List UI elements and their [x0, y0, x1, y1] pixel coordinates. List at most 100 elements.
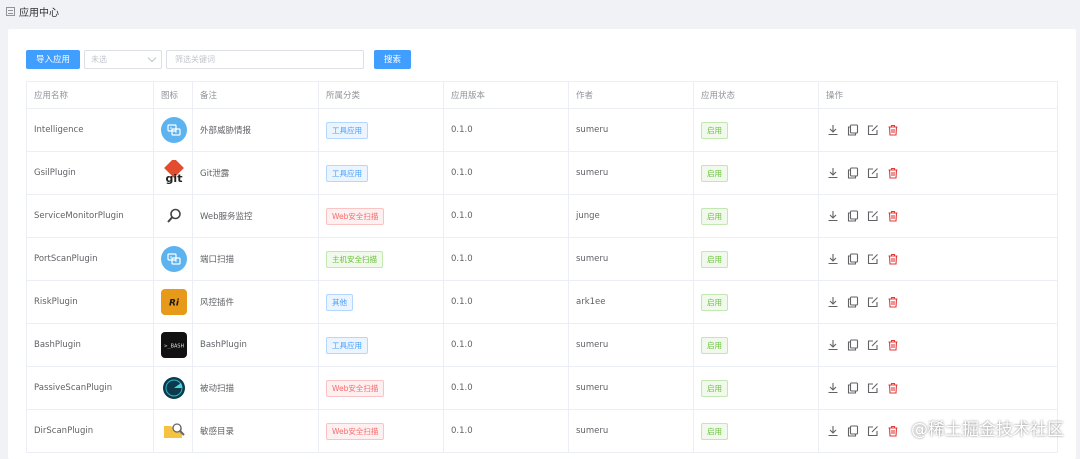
- copy-icon: [847, 210, 859, 222]
- status-badge: 启用: [701, 422, 728, 440]
- app-name: PortScanPlugin: [27, 238, 154, 280]
- category-tag: Web安全扫描: [326, 379, 385, 397]
- action-group: [826, 382, 899, 395]
- col-header: 应用名称: [27, 82, 154, 108]
- copy-button[interactable]: [846, 339, 859, 352]
- edit-button[interactable]: [866, 425, 879, 438]
- copy-icon: [847, 339, 859, 351]
- edit-icon: [867, 296, 879, 308]
- app-note: 被动扫描: [193, 367, 319, 409]
- delete-icon: [887, 167, 899, 179]
- edit-button[interactable]: [866, 124, 879, 137]
- category-tag: 其他: [326, 293, 353, 311]
- table-row: ServiceMonitorPlugin Web服务监控 Web安全扫描 0.1…: [27, 195, 1057, 238]
- app-name: Intelligence: [27, 109, 154, 151]
- edit-button[interactable]: [866, 296, 879, 309]
- delete-button[interactable]: [886, 124, 899, 137]
- download-icon: [827, 210, 839, 222]
- watermark: @稀土掘金技术社区: [911, 420, 1064, 440]
- app-version: 0.1.0: [444, 195, 569, 237]
- delete-button[interactable]: [886, 253, 899, 266]
- app-actions: [819, 281, 1057, 323]
- delete-icon: [887, 425, 899, 437]
- edit-button[interactable]: [866, 210, 879, 223]
- app-note: 风控插件: [193, 281, 319, 323]
- app-name: RiskPlugin: [27, 281, 154, 323]
- category-select[interactable]: 未选: [84, 49, 163, 69]
- status-badge: 启用: [701, 293, 728, 311]
- delete-button[interactable]: [886, 296, 899, 309]
- app-category-cell: 工具应用: [319, 109, 444, 151]
- copy-button[interactable]: [846, 425, 859, 438]
- app-note: Web服务监控: [193, 195, 319, 237]
- main-panel: 导入应用 未选 搜索 应用名称 图标 备注 所属分类 应用版本 作者 应用状态 …: [8, 29, 1076, 459]
- download-button[interactable]: [826, 253, 839, 266]
- category-tag: Web安全扫描: [326, 207, 385, 225]
- status-badge: 启用: [701, 336, 728, 354]
- status-badge: 启用: [701, 207, 728, 225]
- app-status-cell: 启用: [694, 152, 819, 194]
- app-status-cell: 启用: [694, 367, 819, 409]
- search-button[interactable]: 搜索: [374, 49, 412, 69]
- magnifier-icon: [161, 203, 187, 229]
- delete-button[interactable]: [886, 425, 899, 438]
- delete-button[interactable]: [886, 167, 899, 180]
- edit-button[interactable]: [866, 167, 879, 180]
- delete-button[interactable]: [886, 339, 899, 352]
- svg-text:git: git: [166, 172, 183, 185]
- app-version: 0.1.0: [444, 109, 569, 151]
- edit-icon: [867, 425, 879, 437]
- app-status-cell: 启用: [694, 410, 819, 452]
- edit-button[interactable]: [866, 382, 879, 395]
- delete-icon: [887, 382, 899, 394]
- download-button[interactable]: [826, 425, 839, 438]
- col-header: 所属分类: [319, 82, 444, 108]
- category-tag: 工具应用: [326, 121, 368, 139]
- download-button[interactable]: [826, 339, 839, 352]
- app-icon-cell: [154, 109, 193, 151]
- download-icon: [827, 339, 839, 351]
- delete-button[interactable]: [886, 382, 899, 395]
- col-header: 应用版本: [444, 82, 569, 108]
- action-group: [826, 425, 899, 438]
- category-tag: Web安全扫描: [326, 422, 385, 440]
- toolbar: 导入应用 未选 搜索: [26, 49, 412, 69]
- copy-icon: [847, 296, 859, 308]
- download-button[interactable]: [826, 296, 839, 309]
- table-row: PortScanPlugin 端口扫描 主机安全扫描 0.1.0 sumeru …: [27, 238, 1057, 281]
- delete-icon: [887, 124, 899, 136]
- download-button[interactable]: [826, 210, 839, 223]
- edit-button[interactable]: [866, 253, 879, 266]
- app-author: sumeru: [569, 238, 694, 280]
- download-button[interactable]: [826, 167, 839, 180]
- search-input[interactable]: [166, 49, 365, 69]
- copy-button[interactable]: [846, 296, 859, 309]
- app-status-cell: 启用: [694, 195, 819, 237]
- app-category-cell: 工具应用: [319, 152, 444, 194]
- app-category-cell: 工具应用: [319, 324, 444, 366]
- category-tag: 工具应用: [326, 164, 368, 182]
- chevron-down-icon: [147, 53, 157, 62]
- edit-button[interactable]: [866, 339, 879, 352]
- copy-button[interactable]: [846, 210, 859, 223]
- action-group: [826, 253, 899, 266]
- action-group: [826, 339, 899, 352]
- col-header: 应用状态: [694, 82, 819, 108]
- download-button[interactable]: [826, 124, 839, 137]
- action-group: [826, 124, 899, 137]
- copy-button[interactable]: [846, 167, 859, 180]
- table-body: Intelligence 外部威胁情报 工具应用 0.1.0 sumeru 启用…: [27, 109, 1057, 453]
- download-button[interactable]: [826, 382, 839, 395]
- copy-button[interactable]: [846, 253, 859, 266]
- status-badge: 启用: [701, 250, 728, 268]
- copy-button[interactable]: [846, 382, 859, 395]
- app-actions: [819, 238, 1057, 280]
- copy-icon: [847, 124, 859, 136]
- page-header: 应用中心: [0, 0, 1080, 22]
- import-app-button[interactable]: 导入应用: [26, 49, 81, 69]
- copy-button[interactable]: [846, 124, 859, 137]
- app-note: 外部威胁情报: [193, 109, 319, 151]
- delete-button[interactable]: [886, 210, 899, 223]
- app-actions: [819, 367, 1057, 409]
- app-name: PassiveScanPlugin: [27, 367, 154, 409]
